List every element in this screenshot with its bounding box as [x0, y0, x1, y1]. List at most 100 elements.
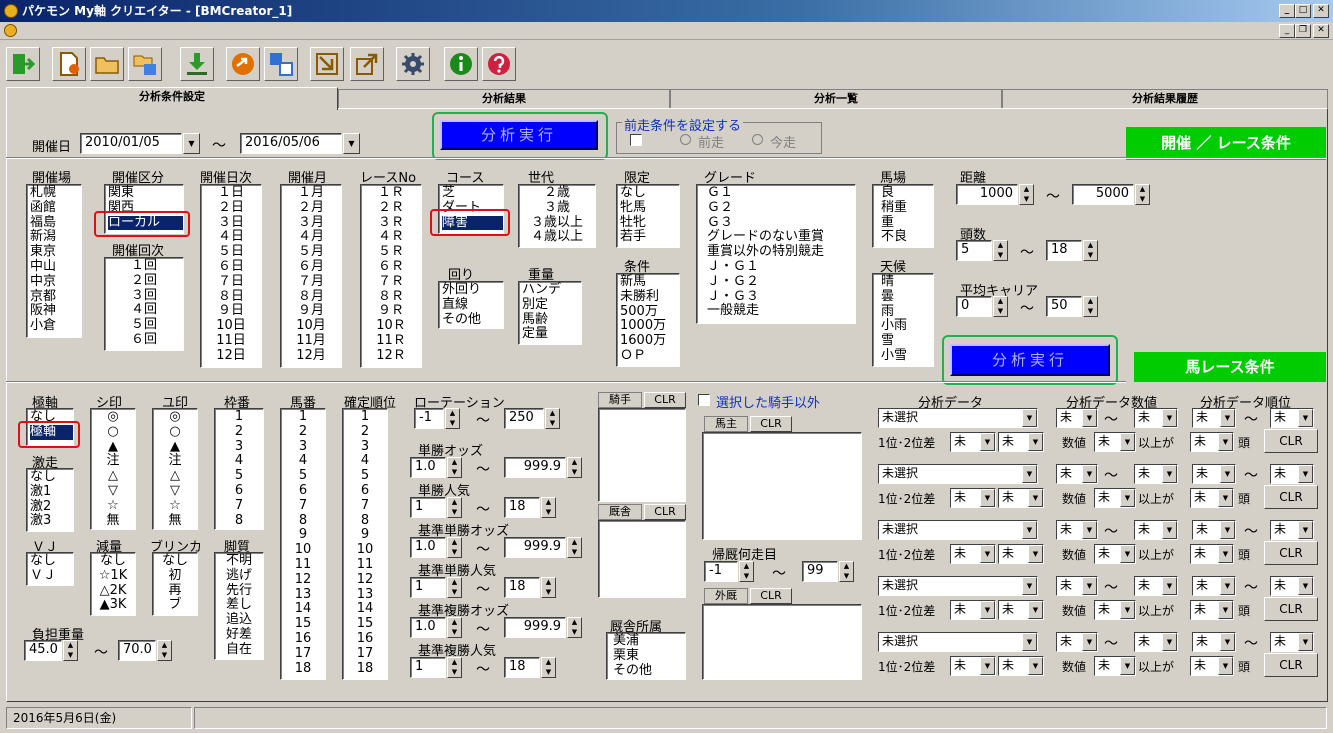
list-item[interactable]: 中山 — [30, 259, 81, 275]
maximize-button[interactable]: □ — [1295, 4, 1311, 18]
list-item[interactable]: 不良 — [881, 230, 933, 245]
help-button[interactable] — [482, 47, 516, 81]
rotation-to[interactable]: 250 — [504, 408, 544, 429]
list-item[interactable]: ○ — [91, 424, 135, 440]
list-item[interactable]: 先行 — [215, 583, 263, 599]
kaiji-list[interactable]: １回 ２回 ３回 ４回 ５回 ６回 — [104, 257, 184, 351]
list-item[interactable]: △2K — [91, 583, 135, 599]
mini-select-dropdown[interactable]: ▼ — [1220, 577, 1235, 595]
list-item[interactable]: 美浦 — [613, 633, 685, 649]
list-item[interactable]: 直線 — [442, 297, 503, 313]
list-item[interactable]: 小雪 — [881, 348, 933, 364]
konso-radio[interactable] — [752, 134, 763, 145]
list-item[interactable]: ２回 — [105, 273, 183, 289]
list-item[interactable]: 14 — [343, 602, 387, 617]
kyori-from-spin[interactable]: ▲ ▼ — [1019, 184, 1034, 205]
value-dropdown[interactable]: ▼ — [1120, 489, 1135, 507]
mini-select-dropdown[interactable]: ▼ — [1220, 409, 1235, 427]
genryo-list[interactable]: なし ☆1K △2K ▲3K — [90, 552, 136, 616]
analysis-clr-button[interactable]: CLR — [1264, 541, 1318, 565]
list-item[interactable]: 6 — [343, 483, 387, 499]
kijun-tansho-odds-from-spin[interactable]: ▲ ▼ — [447, 537, 462, 558]
tansho-odds-from-spin[interactable]: ▲ ▼ — [447, 457, 462, 478]
futan-to-spin[interactable]: ▲ ▼ — [157, 640, 172, 661]
blinker-list[interactable]: なし初再ブ — [152, 552, 198, 616]
gaikyu-list[interactable] — [702, 604, 862, 680]
list-item[interactable]: 外回り — [442, 282, 503, 298]
list-item[interactable]: 栗東 — [613, 648, 685, 664]
diff-dropdown-2[interactable]: ▼ — [1028, 489, 1043, 507]
list-item[interactable]: 12日 — [201, 348, 261, 364]
list-item[interactable]: 17 — [281, 646, 325, 662]
vj-list[interactable]: なし ＶＪ — [26, 552, 74, 586]
tab-analysis-results[interactable]: 分析結果 — [338, 89, 670, 109]
list-item[interactable]: ６日 — [201, 259, 261, 275]
kijun-fukusho-ninki-to[interactable]: 18 — [504, 657, 540, 678]
tosu-to[interactable]: 18 — [1046, 240, 1082, 261]
analysis-clr-button[interactable]: CLR — [1264, 485, 1318, 509]
forward-button[interactable] — [226, 47, 260, 81]
export-button[interactable] — [350, 47, 384, 81]
list-item[interactable]: ８月 — [281, 289, 341, 305]
list-item[interactable]: ７日 — [201, 274, 261, 290]
tab-analysis-list[interactable]: 分析一覧 — [670, 89, 1002, 109]
sync-button[interactable] — [264, 47, 298, 81]
kikyu-to-spin[interactable]: ▲ ▼ — [839, 561, 854, 582]
futan-from[interactable]: 45.0 — [24, 640, 62, 661]
list-item[interactable]: 小雨 — [881, 319, 933, 334]
diff-dropdown-2[interactable]: ▼ — [1028, 601, 1043, 619]
tab-analysis-conditions[interactable]: 分析条件設定 — [6, 87, 338, 110]
list-item[interactable]: ５Ｒ — [361, 244, 421, 260]
mdi-icon[interactable] — [4, 24, 17, 37]
analysis-clr-button[interactable]: CLR — [1264, 429, 1318, 453]
list-item[interactable]: 定量 — [522, 327, 581, 342]
list-item[interactable]: 稍重 — [881, 200, 933, 216]
tansho-odds-to-spin[interactable]: ▲ ▼ — [567, 457, 582, 478]
list-item[interactable]: 17 — [343, 646, 387, 662]
list-item[interactable]: 自在 — [215, 642, 263, 658]
analysis-data-dropdown[interactable]: ▼ — [1022, 409, 1037, 427]
diff-dropdown-2[interactable]: ▼ — [1028, 657, 1043, 675]
list-item[interactable]: その他 — [613, 663, 685, 679]
list-item[interactable]: ５日 — [201, 244, 261, 260]
yujirushi-list[interactable]: ◎ ○ ▲ 注 △ ▽ ☆ 無 — [152, 408, 198, 530]
kijun-fukusho-ninki-from-spin[interactable]: ▲ ▼ — [447, 657, 462, 678]
list-item[interactable]: 18 — [343, 661, 387, 677]
list-item[interactable]: Ｊ・Ｇ１ — [707, 259, 855, 275]
list-item[interactable]: なし — [30, 469, 73, 485]
joken-list[interactable]: 新馬 未勝利 500万 1000万 1600万 ＯＰ — [616, 273, 680, 367]
tosu-to-spin[interactable]: ▲ ▼ — [1083, 240, 1098, 261]
list-item[interactable]: 12月 — [281, 348, 341, 364]
list-item[interactable]: 京都 — [30, 289, 81, 305]
date-to-field[interactable]: 2016/05/06 — [240, 133, 342, 154]
rotation-from[interactable]: -1 — [414, 408, 444, 429]
kyori-to-spin[interactable]: ▲ ▼ — [1135, 184, 1150, 205]
list-item[interactable]: ブ — [153, 598, 197, 613]
list-item[interactable]: 5 — [281, 468, 325, 484]
list-item[interactable]: 無 — [153, 513, 197, 529]
list-item[interactable]: 16 — [343, 631, 387, 647]
diff-dropdown-1[interactable]: ▼ — [980, 433, 995, 451]
tansho-ninki-to-spin[interactable]: ▲ ▼ — [541, 497, 556, 518]
list-item[interactable]: 追込 — [215, 612, 263, 628]
list-item[interactable]: 6 — [215, 483, 263, 499]
tansho-odds-to[interactable]: 999.9 — [504, 457, 566, 478]
kyusha-clr-button[interactable]: CLR — [644, 504, 686, 520]
list-item[interactable]: ６回 — [105, 332, 183, 348]
list-item[interactable]: ＯＰ — [620, 348, 679, 364]
count-dropdown[interactable]: ▼ — [1218, 433, 1233, 451]
list-item[interactable]: 8 — [215, 513, 263, 529]
list-item[interactable]: 一般競走 — [707, 304, 855, 319]
list-item[interactable]: ▲ — [91, 439, 135, 455]
mini-select-dropdown[interactable]: ▼ — [1220, 521, 1235, 539]
career-to[interactable]: 50 — [1046, 296, 1082, 317]
list-item[interactable]: 8 — [343, 513, 387, 529]
open-button[interactable] — [90, 47, 124, 81]
kijun-tansho-ninki-from[interactable]: 1 — [410, 577, 446, 598]
list-item[interactable]: 18 — [281, 661, 325, 677]
import-button[interactable] — [310, 47, 344, 81]
list-item[interactable]: １回 — [105, 258, 183, 274]
list-item[interactable]: ５回 — [105, 317, 183, 333]
list-item[interactable]: 晴 — [881, 274, 933, 290]
rotation-from-spin[interactable]: ▲ ▼ — [445, 408, 460, 429]
